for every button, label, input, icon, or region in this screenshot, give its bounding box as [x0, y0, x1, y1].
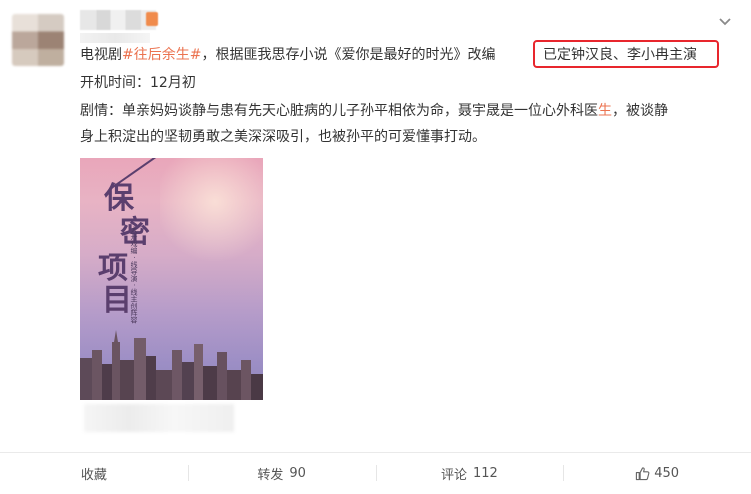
- post-menu-button[interactable]: [717, 14, 733, 30]
- image-caption-blurred: [84, 404, 234, 432]
- plot-text-highlight: 生: [598, 103, 612, 119]
- plot-text: 剧情：单亲妈妈谈静与患有先天心脏病的儿子孙平相依为命，聂宇晟是一位心外科医: [80, 103, 598, 119]
- poster-image[interactable]: 保 密 项 目 大开戏编 · 线导演 · 线主创阵容: [80, 158, 263, 400]
- like-button[interactable]: 450: [563, 453, 751, 494]
- favorite-button[interactable]: 收藏: [0, 453, 188, 494]
- post-text-prefix: 电视剧: [80, 47, 122, 63]
- hashtag-link[interactable]: #往后余生#: [122, 47, 201, 63]
- favorite-label: 收藏: [80, 468, 107, 483]
- thumbs-up-icon: [636, 467, 650, 481]
- plot-text-cont: ，被谈静: [612, 103, 668, 119]
- poster-title-char-1: 保: [104, 181, 134, 216]
- highlight-box: [533, 40, 719, 68]
- post-text-line-1: 电视剧#往后余生#，根据匪我思存小说《爱你是最好的时光》改编: [80, 44, 495, 66]
- post-time-blurred[interactable]: [80, 33, 150, 43]
- chevron-down-icon: [719, 18, 731, 26]
- repost-count: 90: [289, 466, 306, 481]
- poster-glow: [160, 158, 263, 268]
- like-count: 450: [654, 466, 680, 481]
- avatar[interactable]: [12, 14, 64, 66]
- post-text-source: ，根据匪我思存小说《爱你是最好的时光》改编: [201, 47, 496, 63]
- repost-button[interactable]: 转发 90: [187, 453, 376, 494]
- post-text-line-4: 身上积淀出的坚韧勇敢之美深深吸引，也被孙平的可爱懂事打动。: [80, 129, 486, 145]
- repost-label: 转发: [257, 468, 284, 483]
- post-text-line-3: 剧情：单亲妈妈谈静与患有先天心脏病的儿子孙平相依为命，聂宇晟是一位心外科医生，被…: [80, 100, 668, 122]
- verified-badge-icon: [146, 12, 158, 26]
- post-text-line-2: 开机时间：12月初: [80, 75, 196, 91]
- comment-count: 112: [472, 466, 498, 481]
- action-bar: 收藏 转发 90 评论 112 450: [0, 452, 751, 494]
- poster-subtitle: 大开戏编 · 线导演 · 线主创阵容: [130, 226, 138, 324]
- city-skyline: [80, 330, 263, 400]
- username-blurred[interactable]: [80, 10, 156, 30]
- comment-label: 评论: [440, 468, 467, 483]
- comment-button[interactable]: 评论 112: [375, 453, 564, 494]
